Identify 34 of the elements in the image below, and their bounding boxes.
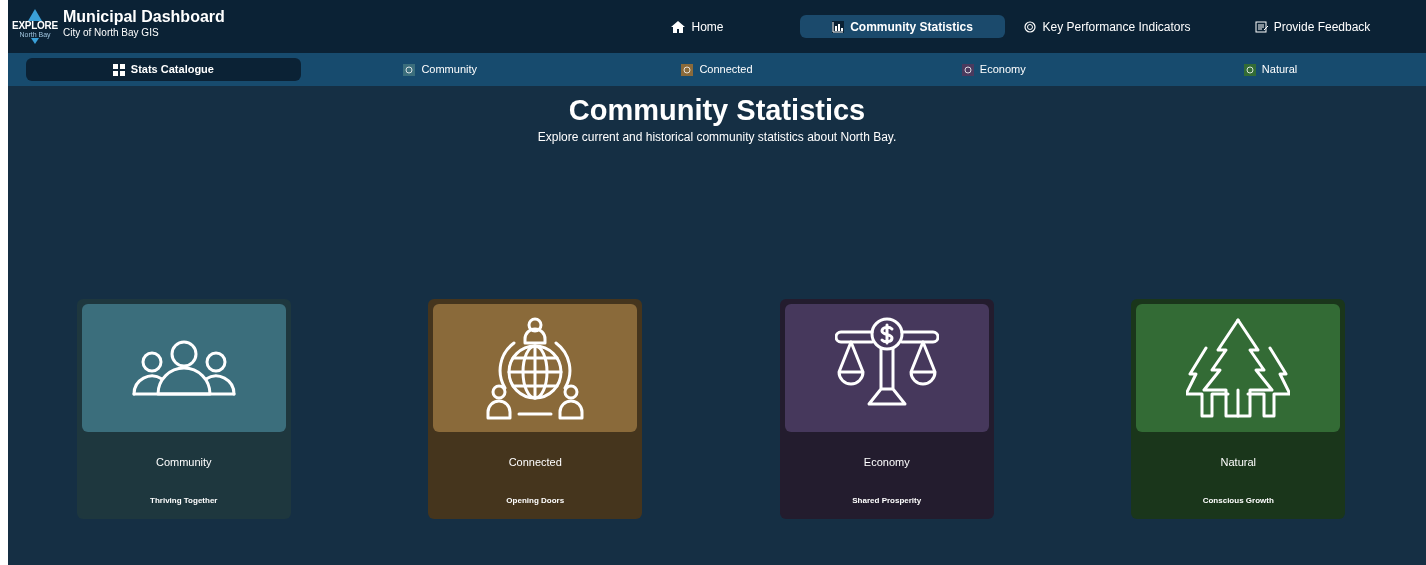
card-title: Connected bbox=[508, 455, 562, 471]
logo-arrow-icon bbox=[28, 9, 42, 21]
home-icon bbox=[671, 20, 686, 33]
page-intro: Explore current and historical community statistics about North Bay. bbox=[537, 129, 897, 147]
page-heading: Community Statistics bbox=[568, 93, 866, 128]
nav-tab[interactable]: Key Performance Indicators bbox=[1005, 15, 1210, 38]
category-tab[interactable]: Stats Catalogue bbox=[26, 58, 301, 81]
nav-tab[interactable]: Community Statistics bbox=[800, 15, 1005, 38]
nav-tab[interactable]: Home bbox=[595, 15, 800, 38]
card-tagline: Opening Doors bbox=[506, 494, 565, 507]
app-subtitle: City of North Bay GIS bbox=[63, 27, 160, 40]
bar-chart-icon bbox=[832, 20, 845, 33]
logo-word: EXPLORE bbox=[11, 21, 58, 31]
card-tagline: Thriving Together bbox=[150, 494, 218, 507]
card-title: Economy bbox=[863, 455, 910, 471]
app-title: Municipal Dashboard bbox=[63, 7, 225, 28]
category-card[interactable]: Economy Shared Prosperity bbox=[779, 299, 994, 520]
card-title: Natural bbox=[1220, 455, 1256, 471]
category-card[interactable]: Natural Conscious Growth bbox=[1131, 299, 1346, 520]
card-title: Community bbox=[155, 455, 212, 471]
category-tab[interactable]: Natural bbox=[1133, 58, 1408, 81]
category-tab[interactable]: Connected bbox=[579, 58, 855, 81]
grid-icon bbox=[112, 63, 125, 76]
card-tagline: Conscious Growth bbox=[1202, 494, 1274, 507]
nav-tab[interactable]: Provide Feedback bbox=[1210, 15, 1415, 38]
logo-arrow-icon bbox=[31, 38, 39, 44]
category-tab[interactable]: Economy bbox=[856, 58, 1132, 81]
category-card[interactable]: Community Thriving Together bbox=[76, 299, 291, 520]
gauge-icon bbox=[1024, 20, 1037, 33]
category-tab[interactable]: Community bbox=[302, 58, 578, 81]
card-tagline: Shared Prosperity bbox=[852, 494, 922, 507]
feedback-form-icon bbox=[1254, 20, 1268, 33]
pine-trees-icon bbox=[1186, 318, 1291, 419]
category-card[interactable]: Connected Opening Doors bbox=[428, 299, 643, 520]
